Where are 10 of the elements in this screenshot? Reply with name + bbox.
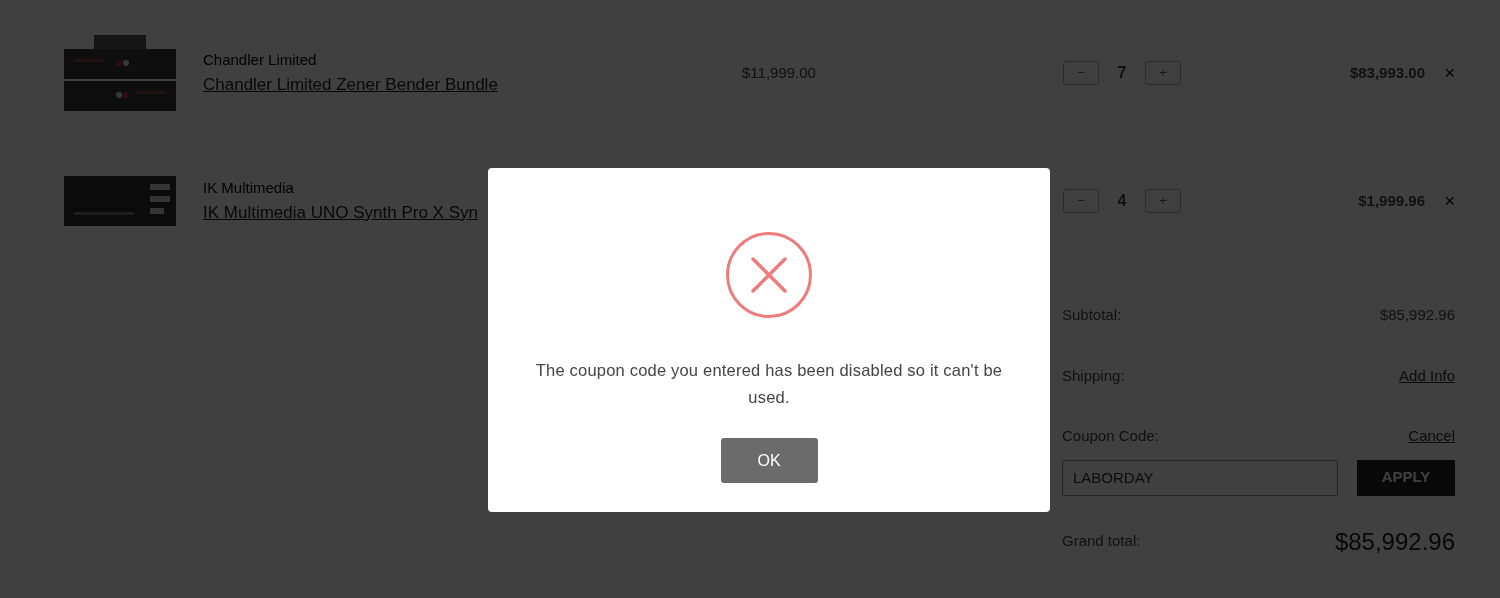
grand-total-value: $85,992.96 [1334, 526, 1455, 557]
remove-button[interactable]: × [1425, 187, 1455, 215]
dialog-message: The coupon code you entered has been disabled so it can't be used. [534, 360, 1004, 408]
product-link[interactable]: IK Multimedia UNO Synth Pro X Syn [203, 202, 478, 222]
remove-button[interactable]: × [1425, 59, 1455, 87]
brand-name: Chandler Limited [203, 50, 318, 70]
brand-name: IK Multimedia [203, 178, 295, 198]
product-link[interactable]: Chandler Limited Zener Bender Bundle [203, 74, 498, 94]
ok-button[interactable]: OK [720, 438, 818, 483]
error-icon [725, 231, 813, 319]
